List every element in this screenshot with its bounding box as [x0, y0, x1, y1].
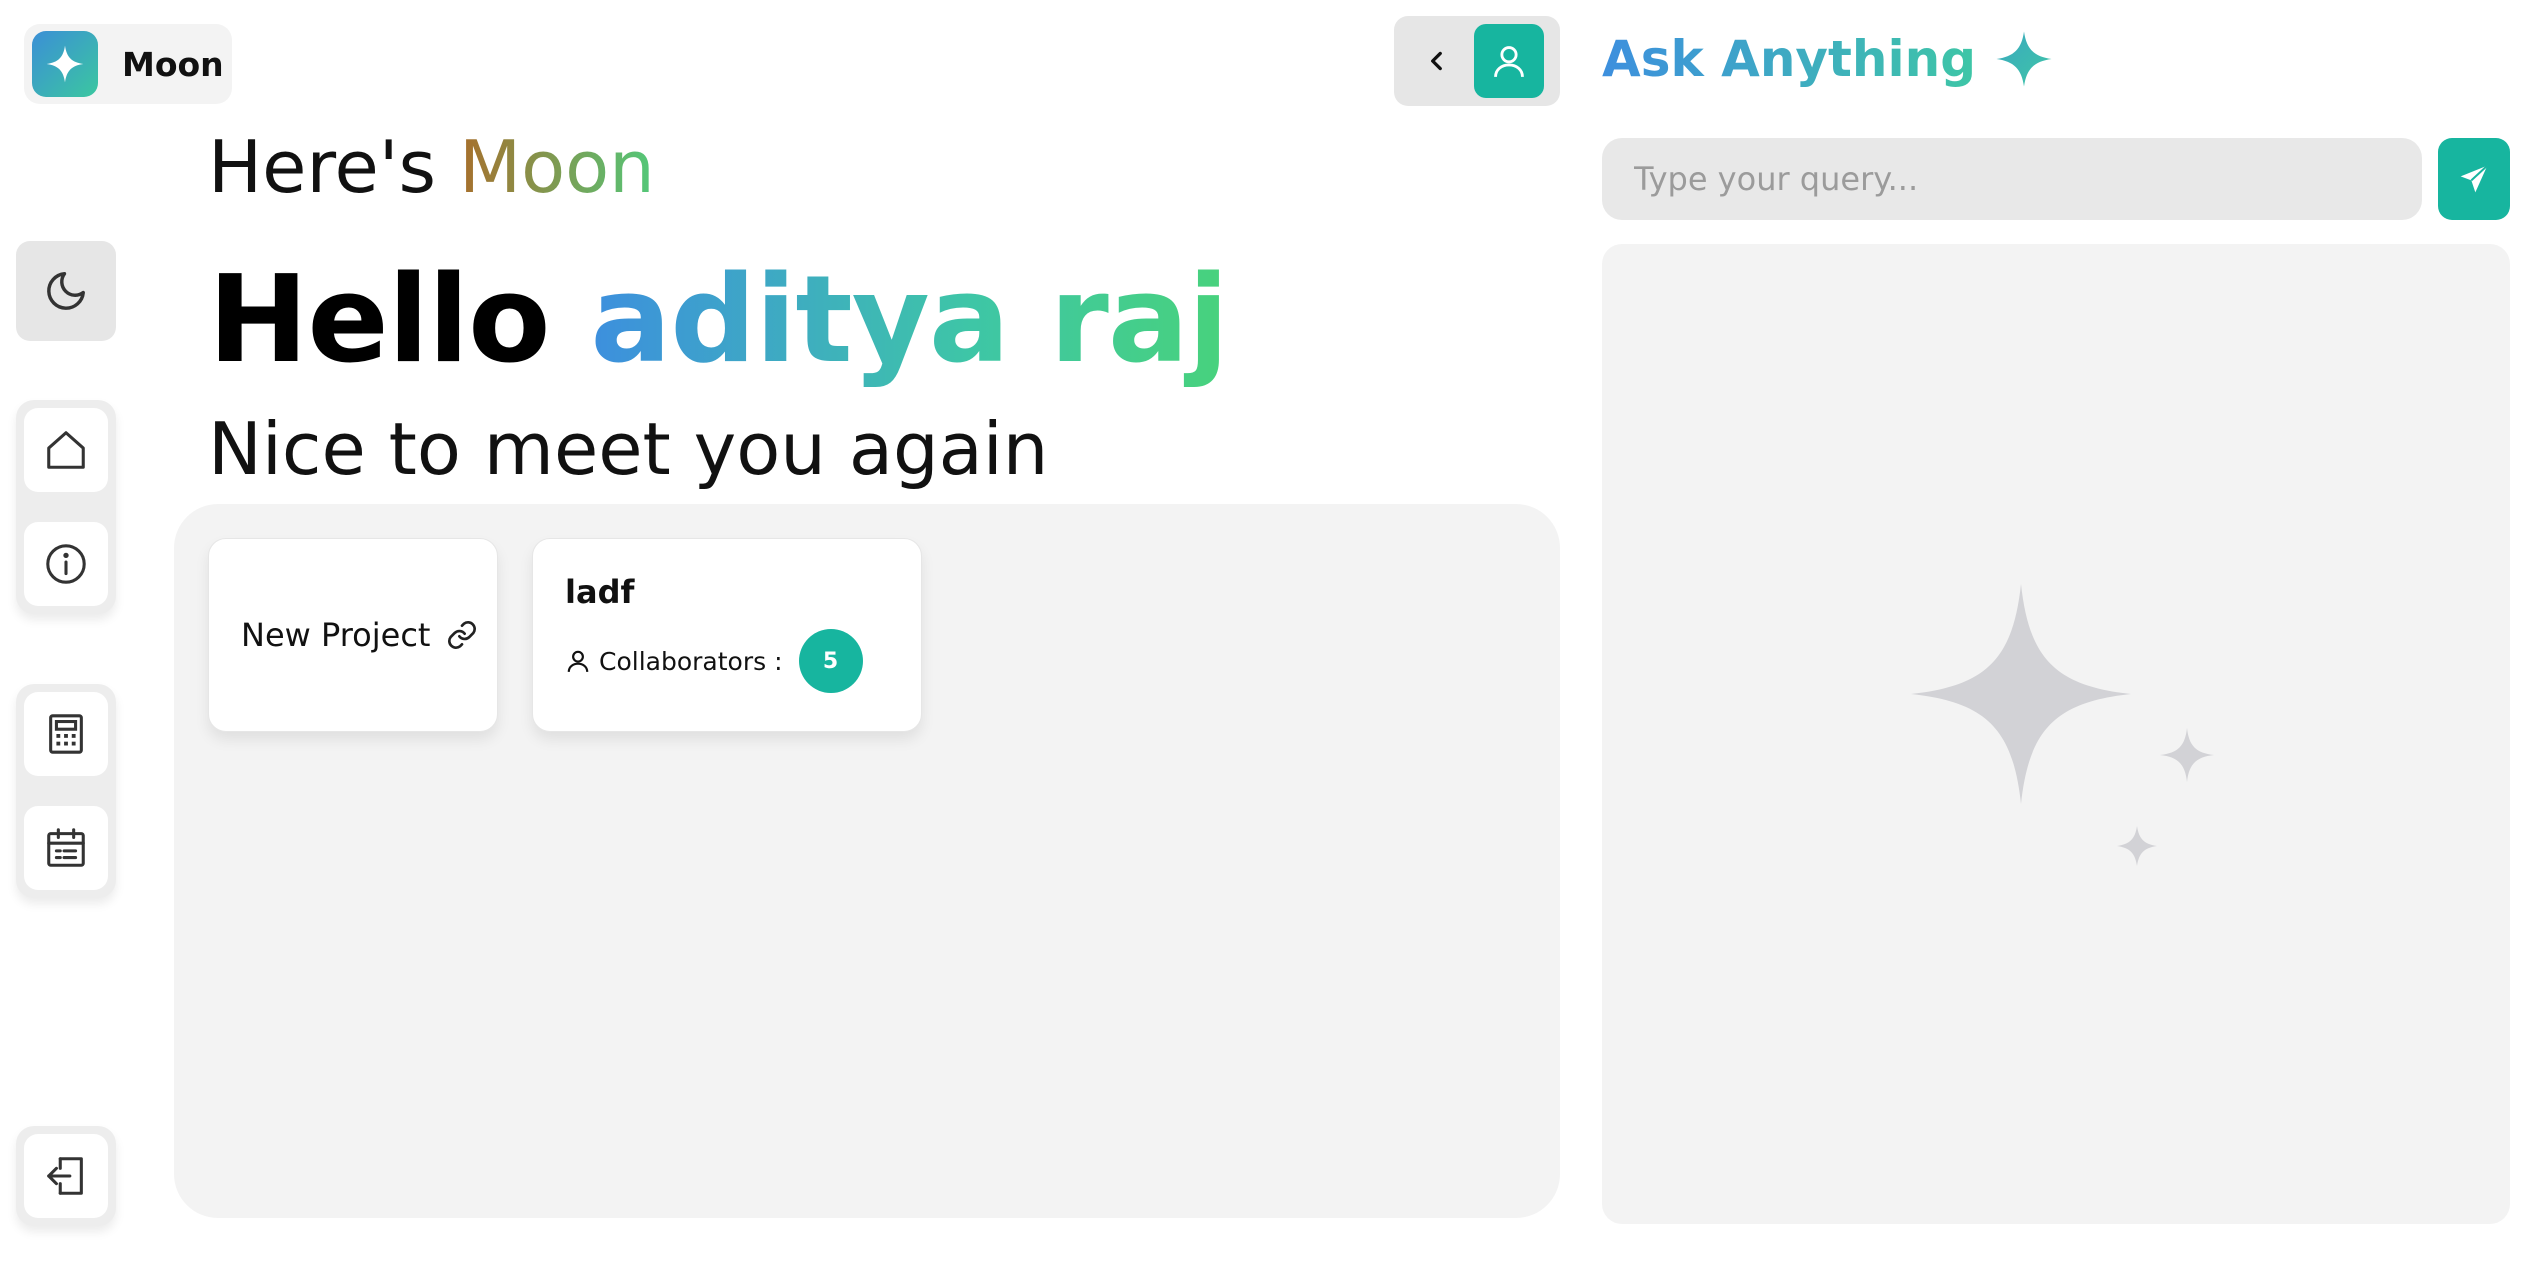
sidebar-item-home[interactable] — [24, 408, 108, 492]
sidebar-nav-group-main — [16, 400, 116, 614]
ask-title: Ask Anything — [1602, 26, 2054, 92]
user-icon — [1490, 42, 1528, 80]
profile-button[interactable] — [1474, 24, 1544, 98]
greeting-prefix: Hello — [208, 251, 591, 390]
link-icon — [446, 619, 478, 651]
logout-button[interactable] — [24, 1134, 108, 1218]
sidebar-item-calculator[interactable] — [24, 692, 108, 776]
sparkle-icon — [1994, 29, 2054, 89]
sparkles-placeholder-icon — [1886, 564, 2226, 904]
collaborators-row: Collaborators : 5 — [565, 629, 889, 693]
sidebar-item-info[interactable] — [24, 522, 108, 606]
intro-heading: Here's Moon — [208, 122, 655, 212]
collaborators-label: Collaborators : — [599, 646, 783, 676]
collaborators-count-badge[interactable]: 5 — [798, 629, 863, 693]
home-icon — [43, 427, 89, 473]
ask-title-text: Ask Anything — [1602, 26, 1976, 92]
query-input[interactable] — [1602, 138, 2422, 220]
send-button[interactable] — [2438, 138, 2510, 220]
new-project-label: New Project — [241, 616, 431, 654]
sidebar-logout-group — [16, 1126, 116, 1226]
answer-panel — [1602, 244, 2510, 1224]
sidebar-nav-group-tools — [16, 684, 116, 898]
greeting-heading: Hello aditya raj — [208, 256, 1229, 386]
sidebar-item-calendar[interactable] — [24, 806, 108, 890]
new-project-card[interactable]: New Project — [208, 538, 498, 732]
user-name: aditya raj — [590, 251, 1229, 390]
user-icon — [565, 648, 591, 674]
calendar-icon — [43, 825, 89, 871]
chevron-left-icon[interactable] — [1424, 48, 1450, 74]
greeting-subtitle: Nice to meet you again — [208, 407, 1049, 491]
project-title: ladf — [565, 573, 635, 611]
send-icon — [2458, 163, 2490, 195]
project-card[interactable]: ladf Collaborators : 5 — [532, 538, 922, 732]
info-icon — [43, 541, 89, 587]
app-name: Moon — [122, 44, 224, 84]
intro-prefix: Here's — [208, 125, 459, 209]
moon-icon — [43, 268, 89, 314]
sparkle-logo-icon — [32, 31, 98, 97]
theme-toggle-button[interactable] — [16, 241, 116, 341]
app-logo[interactable]: Moon — [24, 24, 232, 104]
calculator-icon — [43, 711, 89, 757]
top-toolbar — [1394, 16, 1560, 106]
logout-icon — [43, 1153, 89, 1199]
intro-brand: Moon — [458, 125, 655, 209]
